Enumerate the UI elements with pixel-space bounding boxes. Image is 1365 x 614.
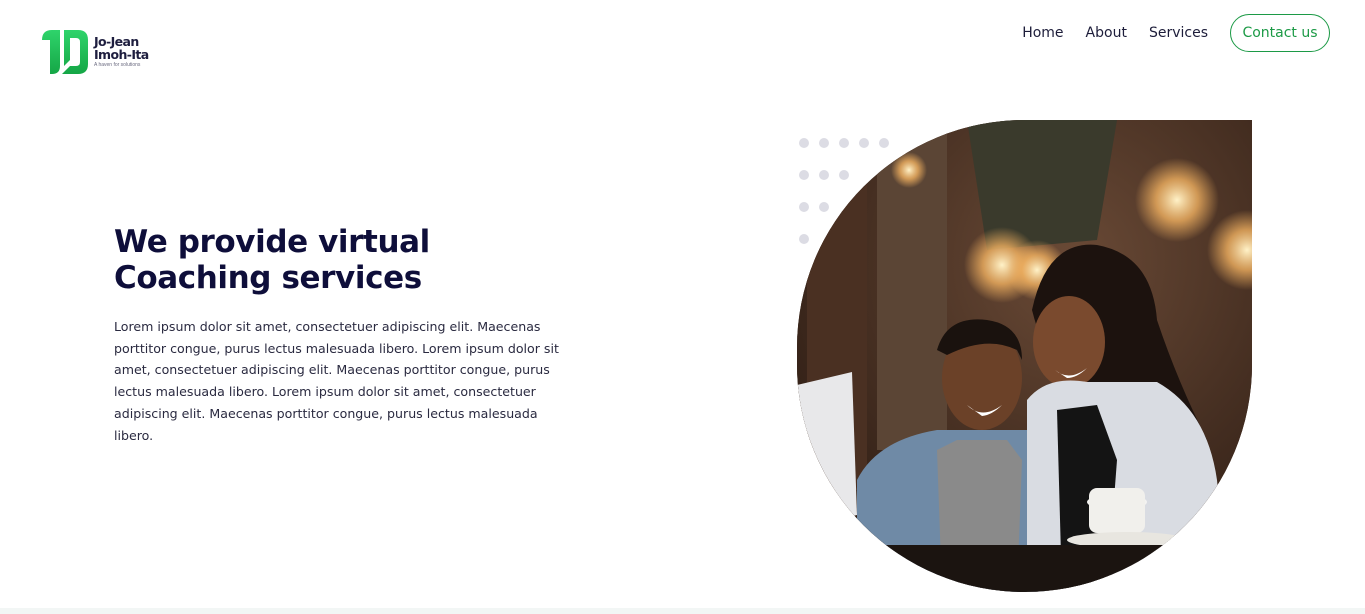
brand-line-2: Imoh-Ita [94,46,149,62]
hero-description: Lorem ipsum dolor sit amet, consectetuer… [114,319,559,443]
hero-photo [797,120,1252,592]
section-divider [0,608,1365,614]
brand-logo[interactable]: Jo-Jean Imoh-Ita A haven for solutions [40,26,149,78]
hero-title-line-1: We provide virtual [114,224,430,260]
main-nav: Home About Services Contact us [1022,14,1330,52]
brand-tagline: A haven for solutions [94,62,141,68]
hero-title-line-2: Coaching services [114,260,422,296]
landing-page: Jo-Jean Imoh-Ita A haven for solutions H… [0,0,1365,614]
contact-us-button[interactable]: Contact us [1230,14,1330,52]
nav-services-link[interactable]: Services [1149,25,1208,41]
nav-about-link[interactable]: About [1086,25,1127,41]
nav-home-link[interactable]: Home [1022,25,1063,41]
photo-couple-laptop-cafe-icon [797,120,1252,592]
logo-icon [42,30,88,74]
brand-name: Jo-Jean Imoh-Ita A haven for solutions [94,35,149,68]
hero-title: We provide virtual Coaching services [114,224,534,296]
